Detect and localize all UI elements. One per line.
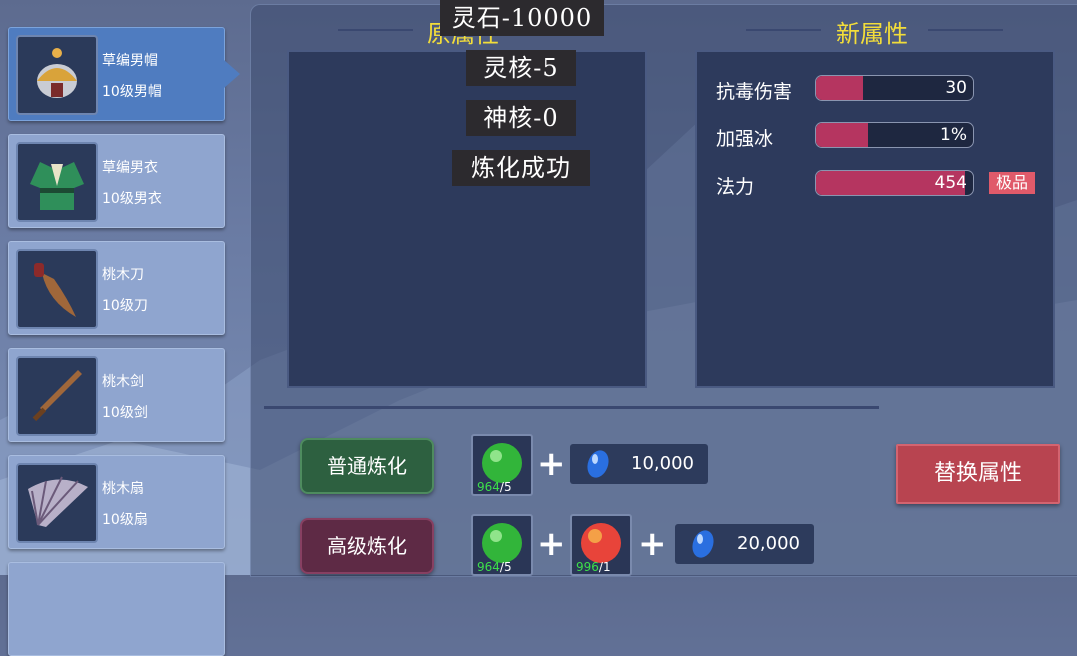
attr-bar-ice: 1% xyxy=(815,122,974,148)
material-slot-green[interactable]: 964/5 xyxy=(471,514,533,576)
item-peach-saber[interactable]: 桃木刀 10级刀 xyxy=(8,241,225,335)
item-level: 10级剑 xyxy=(102,405,148,421)
item-straw-robe[interactable]: 草编男衣 10级男衣 xyxy=(8,134,225,228)
normal-refine-button[interactable]: 普通炼化 xyxy=(300,438,434,494)
plus-icon: + xyxy=(638,524,667,564)
item-name: 草编男衣 xyxy=(102,160,158,176)
item-peach-sword[interactable]: 桃木剑 10级剑 xyxy=(8,348,225,442)
item-name: 草编男帽 xyxy=(102,53,158,69)
quality-tag: 极品 xyxy=(989,172,1035,194)
item-level: 10级男帽 xyxy=(102,84,162,100)
saber-icon xyxy=(16,249,98,329)
item-name: 桃木剑 xyxy=(102,374,144,390)
message-divine-core: 神核-0 xyxy=(466,100,576,136)
title-line-right2 xyxy=(928,29,1003,31)
cost-box-normal: 10,000 xyxy=(570,444,708,484)
cost-box-advanced: 20,000 xyxy=(675,524,814,564)
attr-name-ice: 加强冰 xyxy=(716,128,774,150)
material-slot-red[interactable]: 996/1 xyxy=(570,514,632,576)
sword-icon xyxy=(16,356,98,436)
title-line-right xyxy=(746,29,821,31)
item-name: 桃木刀 xyxy=(102,267,144,283)
item-partial[interactable] xyxy=(8,562,225,656)
item-level: 10级刀 xyxy=(102,298,148,314)
item-name: 桃木扇 xyxy=(102,481,144,497)
material-slot-green[interactable]: 964/5 xyxy=(471,434,533,496)
message-spirit-stone: 灵石-10000 xyxy=(440,0,604,36)
material-count: 964/5 xyxy=(477,560,512,574)
plus-icon: + xyxy=(537,444,566,484)
message-refine-success: 炼化成功 xyxy=(452,150,590,186)
new-attr-title: 新属性 xyxy=(836,20,908,48)
attr-name-antipoison: 抗毒伤害 xyxy=(716,81,793,103)
title-line-left xyxy=(338,29,413,31)
item-peach-fan[interactable]: 桃木扇 10级扇 xyxy=(8,455,225,549)
fan-icon xyxy=(16,463,98,543)
material-count: 996/1 xyxy=(576,560,611,574)
item-level: 10级男衣 xyxy=(102,191,162,207)
cost-value: 20,000 xyxy=(737,533,800,554)
equipment-list: 草编男帽 10级男帽 草编男衣 10级男衣 桃木刀 10级刀 桃木剑 10级剑 … xyxy=(0,0,240,656)
blue-gem-icon xyxy=(692,530,714,558)
message-spirit-core: 灵核-5 xyxy=(466,50,576,86)
attr-name-mana: 法力 xyxy=(716,176,755,198)
divider xyxy=(264,406,879,409)
advanced-refine-button[interactable]: 高级炼化 xyxy=(300,518,434,574)
blue-gem-icon xyxy=(587,450,609,478)
replace-attr-button[interactable]: 替换属性 xyxy=(896,444,1060,504)
attr-bar-antipoison: 30 xyxy=(815,75,974,101)
helmet-icon xyxy=(16,35,98,115)
item-level: 10级扇 xyxy=(102,512,148,528)
plus-icon: + xyxy=(537,524,566,564)
selected-arrow xyxy=(224,60,240,88)
material-count: 964/5 xyxy=(477,480,512,494)
attr-bar-mana: 454 xyxy=(815,170,974,196)
robe-icon xyxy=(16,142,98,222)
item-straw-hat[interactable]: 草编男帽 10级男帽 xyxy=(8,27,240,121)
cost-value: 10,000 xyxy=(631,453,694,474)
